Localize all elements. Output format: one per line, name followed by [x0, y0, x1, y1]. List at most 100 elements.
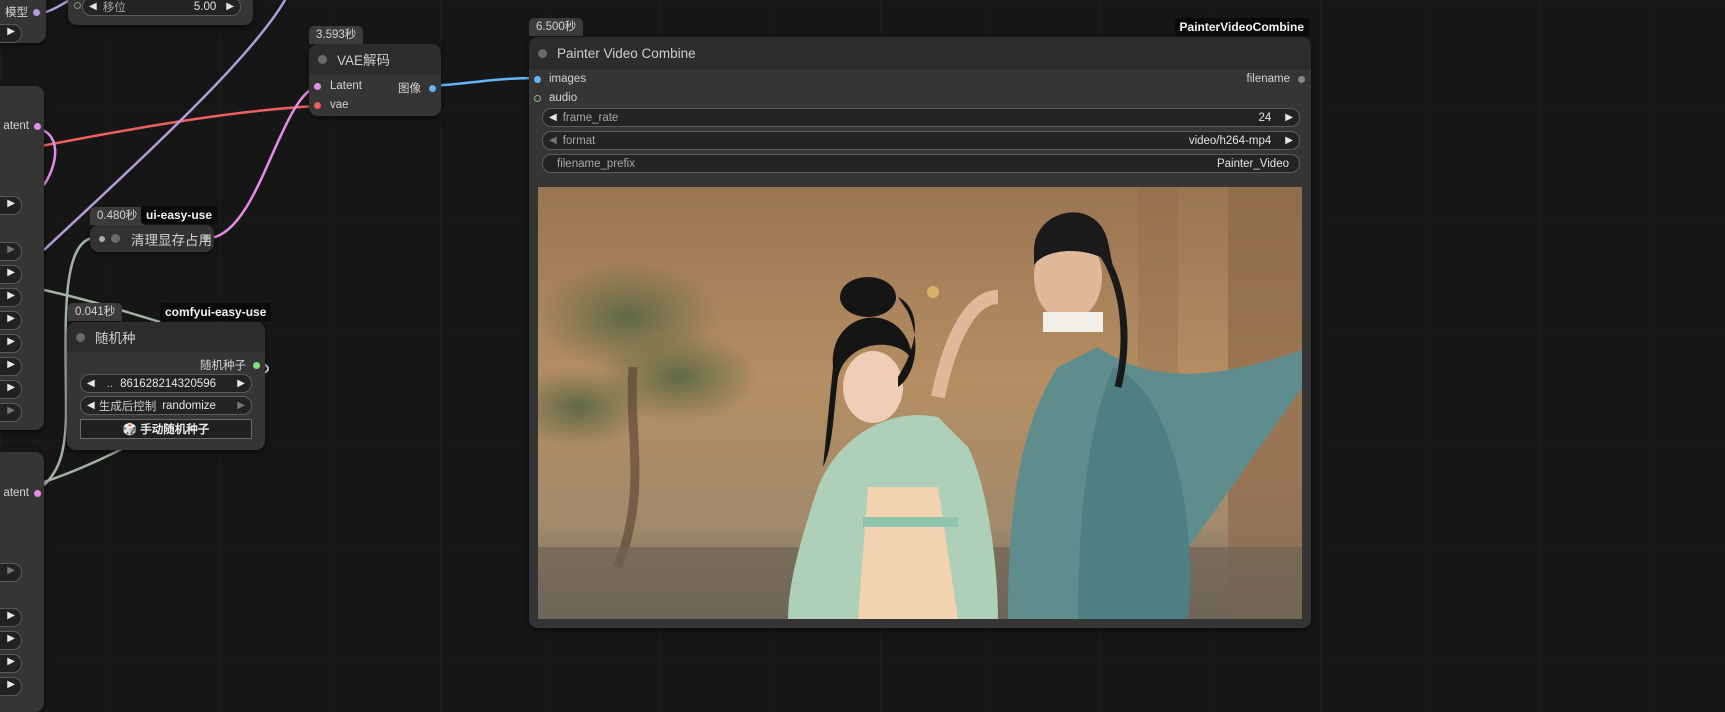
shift-port-dot[interactable] [74, 2, 81, 9]
control-label: 生成后控制 [98, 400, 157, 413]
left-low-node[interactable]: atent ▶ ▶ ▶ ▶ ▶ [0, 452, 44, 712]
image-output-dot[interactable] [429, 84, 436, 92]
node-status-dot [318, 54, 327, 64]
vae-decode-header[interactable]: VAE解码 [309, 44, 441, 74]
chevron-right-icon[interactable]: ▶ [7, 26, 15, 37]
vae-input-dot[interactable] [314, 101, 321, 109]
clear-vram-output-dot[interactable] [203, 235, 209, 241]
clear-vram-node[interactable]: 清理显存占用 [90, 225, 214, 252]
random-seed-title: 随机种 [95, 331, 136, 346]
shift-node[interactable]: ◀ 移位 5.00 ▶ [68, 0, 253, 25]
chevron-left-icon[interactable]: ◀ [87, 400, 95, 411]
chevron-right-icon[interactable]: ▶ [7, 198, 15, 209]
left-mid-widget-2[interactable]: ▶ [0, 242, 22, 261]
left-low-widget-3[interactable]: ▶ [0, 631, 22, 650]
audio-input-dot[interactable] [534, 94, 541, 102]
chevron-right-icon[interactable]: ▶ [7, 656, 15, 667]
filename-output[interactable]: filename [1247, 73, 1305, 85]
chevron-right-icon[interactable]: ▶ [1285, 112, 1293, 123]
left-mid-widget-6[interactable]: ▶ [0, 334, 22, 353]
clear-vram-tag: ui-easy-use [141, 206, 218, 224]
chevron-right-icon[interactable]: ▶ [1285, 135, 1293, 146]
latent-output-low-dot[interactable] [34, 489, 41, 497]
random-seed-node[interactable]: 随机种 随机种子 ◀ .. 861628214320596 ▶ ◀ 生成后控制 … [67, 322, 265, 450]
chevron-right-icon[interactable]: ▶ [7, 679, 15, 690]
chevron-right-icon[interactable]: ▶ [7, 382, 15, 393]
control-value: randomize [162, 399, 216, 412]
seed-widget[interactable]: ◀ .. 861628214320596 ▶ [80, 374, 252, 393]
format-label: format [562, 134, 596, 147]
clear-vram-title: 清理显存占用 [131, 232, 212, 248]
chevron-right-icon[interactable]: ▶ [7, 267, 15, 278]
left-mid-widget-7[interactable]: ▶ [0, 357, 22, 376]
clear-vram-header[interactable]: 清理显存占用 [90, 225, 214, 252]
shift-widget[interactable]: ◀ 移位 5.00 ▶ [82, 0, 241, 16]
seed-output[interactable]: 随机种子 [200, 357, 260, 373]
control-widget[interactable]: ◀ 生成后控制 randomize ▶ [80, 396, 252, 415]
chevron-right-icon[interactable]: ▶ [237, 378, 245, 389]
vae-input-label: vae [330, 99, 349, 111]
left-low-widget-5[interactable]: ▶ [0, 677, 22, 696]
audio-input[interactable]: audio [534, 92, 577, 104]
chevron-right-icon[interactable]: ▶ [7, 313, 15, 324]
model-output-dot[interactable] [33, 8, 40, 16]
images-input[interactable]: images [534, 73, 586, 85]
node-status-dot [76, 332, 85, 342]
chevron-right-icon[interactable]: ▶ [7, 290, 15, 301]
chevron-right-icon[interactable]: ▶ [7, 565, 15, 576]
chevron-right-icon[interactable]: ▶ [7, 336, 15, 347]
left-mid-widget-5[interactable]: ▶ [0, 311, 22, 330]
wire-vae [35, 104, 319, 149]
clear-vram-input-dot[interactable] [99, 235, 105, 242]
random-seed-tag: comfyui-easy-use [160, 303, 272, 321]
chevron-right-icon[interactable]: ▶ [7, 359, 15, 370]
left-top-node[interactable]: 模型 ▶ [0, 0, 46, 43]
model-output[interactable]: 模型 [5, 4, 40, 20]
chevron-left-icon[interactable]: ◀ [549, 112, 557, 123]
chevron-left-icon[interactable]: ◀ [549, 135, 557, 146]
chevron-right-icon[interactable]: ▶ [226, 1, 234, 12]
preview-illustration [538, 187, 1302, 619]
left-low-widget-1[interactable]: ▶ [0, 563, 22, 582]
chevron-right-icon[interactable]: ▶ [7, 405, 15, 416]
left-mid-widget-4[interactable]: ▶ [0, 288, 22, 307]
chevron-left-icon[interactable]: ◀ [87, 378, 95, 389]
chevron-right-icon[interactable]: ▶ [7, 610, 15, 621]
chevron-right-icon[interactable]: ▶ [7, 633, 15, 644]
frame-rate-widget[interactable]: ◀ frame_rate 24 ▶ [542, 108, 1300, 127]
vae-decode-node[interactable]: VAE解码 Latent vae 图像 [309, 44, 441, 116]
vae-input[interactable]: vae [314, 99, 349, 111]
filename-prefix-widget[interactable]: filename_prefix Painter_Video [542, 154, 1300, 173]
painter-title: Painter Video Combine [557, 45, 696, 61]
left-mid-node[interactable]: atent ▶ ▶ ▶ ▶ ▶ ▶ ▶ ▶ ▶ [0, 86, 44, 430]
latent-output-dot[interactable] [34, 122, 41, 130]
random-seed-time: 0.041秒 [68, 303, 123, 321]
chevron-right-icon[interactable]: ▶ [237, 400, 245, 411]
chevron-right-icon[interactable]: ▶ [7, 244, 15, 255]
chevron-left-icon[interactable]: ◀ [89, 1, 97, 12]
random-seed-header[interactable]: 随机种 [67, 322, 265, 352]
latent-output-low[interactable]: atent [3, 487, 41, 499]
latent-input-dot[interactable] [314, 82, 321, 90]
latent-input[interactable]: Latent [314, 80, 362, 92]
seed-prefix: .. [106, 377, 114, 390]
painter-header[interactable]: Painter Video Combine [529, 37, 1311, 69]
left-mid-widget-8[interactable]: ▶ [0, 380, 22, 399]
left-mid-widget-1[interactable]: ▶ [0, 196, 22, 215]
left-mid-widget-9[interactable]: ▶ [0, 403, 22, 422]
left-top-widget[interactable]: ▶ [0, 24, 22, 43]
left-mid-widget-3[interactable]: ▶ [0, 265, 22, 284]
node-status-dot [111, 234, 120, 243]
manual-random-seed-button[interactable]: 🎲 手动随机种子 [80, 419, 252, 439]
format-widget[interactable]: ◀ format video/h264-mp4 ▶ [542, 131, 1300, 150]
filename-output-dot[interactable] [1298, 75, 1305, 83]
images-input-dot[interactable] [534, 75, 541, 83]
frame-rate-value: 24 [1258, 111, 1272, 124]
video-preview-image[interactable] [538, 187, 1302, 619]
image-output[interactable]: 图像 [398, 80, 436, 96]
left-low-widget-4[interactable]: ▶ [0, 654, 22, 673]
seed-output-dot[interactable] [253, 361, 260, 369]
left-low-widget-2[interactable]: ▶ [0, 608, 22, 627]
latent-output[interactable]: atent [3, 120, 41, 132]
latent-output-low-label: atent [3, 487, 29, 499]
